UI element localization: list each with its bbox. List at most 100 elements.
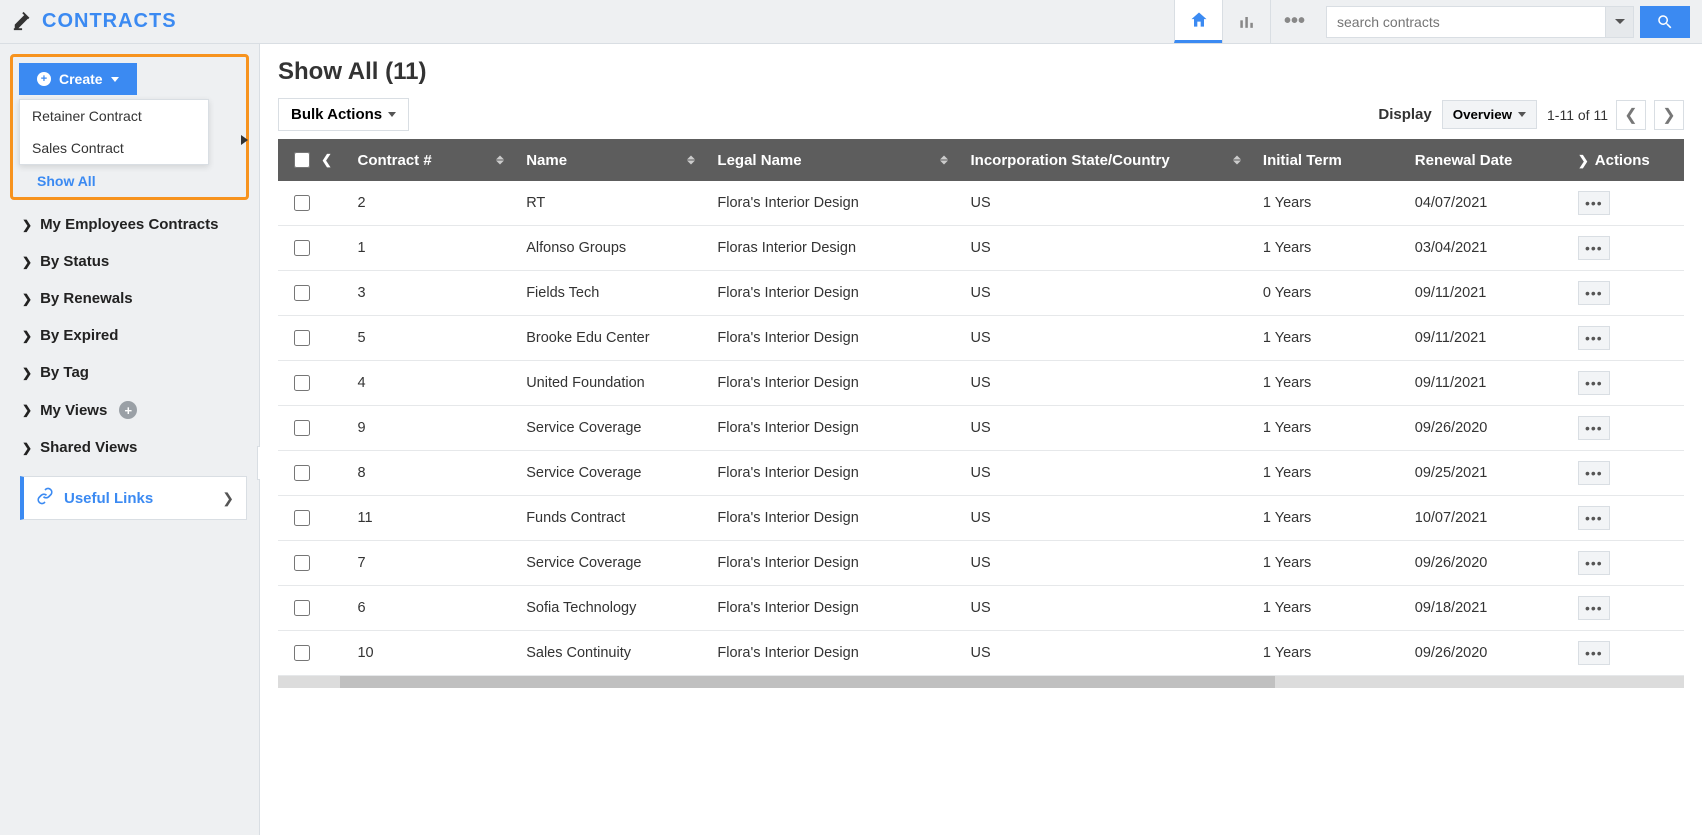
- sidebar-item-label: My Employees Contracts: [40, 216, 218, 233]
- pager-next-button[interactable]: ❯: [1654, 100, 1684, 130]
- cell-name: United Foundation: [514, 361, 705, 406]
- create-menu-retainer[interactable]: Retainer Contract: [20, 100, 208, 132]
- col-legal-name[interactable]: Legal Name: [705, 139, 958, 181]
- pager: 1-11 of 11 ❮ ❯: [1547, 100, 1684, 130]
- cell-initial-term: 0 Years: [1251, 271, 1403, 316]
- cell-legal-name: Floras Interior Design: [705, 226, 958, 271]
- cell-initial-term: 1 Years: [1251, 541, 1403, 586]
- row-checkbox[interactable]: [294, 555, 310, 571]
- select-all-checkbox[interactable]: [294, 152, 310, 168]
- display-overview-button[interactable]: Overview: [1442, 100, 1537, 129]
- table-row: 5Brooke Edu CenterFlora's Interior Desig…: [278, 316, 1684, 361]
- cell-legal-name: Flora's Interior Design: [705, 496, 958, 541]
- cell-legal-name: Flora's Interior Design: [705, 631, 958, 676]
- row-actions-button[interactable]: •••: [1578, 236, 1610, 260]
- cell-name: Fields Tech: [514, 271, 705, 316]
- sidebar-item-5[interactable]: ❯My Views+: [0, 391, 259, 429]
- cell-renewal-date: 04/07/2021: [1403, 181, 1566, 226]
- sidebar-item-label: By Expired: [40, 327, 118, 344]
- row-actions-button[interactable]: •••: [1578, 371, 1610, 395]
- row-checkbox[interactable]: [294, 600, 310, 616]
- cell-initial-term: 1 Years: [1251, 631, 1403, 676]
- cell-initial-term: 1 Years: [1251, 316, 1403, 361]
- sidebar-item-1[interactable]: ❯By Status: [0, 243, 259, 280]
- row-checkbox[interactable]: [294, 240, 310, 256]
- row-actions-button[interactable]: •••: [1578, 326, 1610, 350]
- scrollbar-thumb[interactable]: [340, 676, 1275, 688]
- cell-select: [278, 181, 345, 226]
- row-actions-button[interactable]: •••: [1578, 461, 1610, 485]
- cell-initial-term: 1 Years: [1251, 361, 1403, 406]
- create-button[interactable]: + Create: [19, 63, 137, 95]
- cell-actions: •••: [1566, 181, 1684, 226]
- bulk-actions-button[interactable]: Bulk Actions: [278, 98, 409, 131]
- row-checkbox[interactable]: [294, 420, 310, 436]
- row-checkbox[interactable]: [294, 195, 310, 211]
- cell-initial-term: 1 Years: [1251, 496, 1403, 541]
- cell-incorp: US: [958, 586, 1250, 631]
- cell-renewal-date: 09/11/2021: [1403, 271, 1566, 316]
- sidebar-item-3[interactable]: ❯By Expired: [0, 317, 259, 354]
- horizontal-scrollbar[interactable]: [278, 676, 1684, 688]
- row-checkbox[interactable]: [294, 645, 310, 661]
- create-label: Create: [59, 71, 103, 87]
- search-button[interactable]: [1640, 6, 1690, 38]
- cell-name: Sofia Technology: [514, 586, 705, 631]
- row-checkbox[interactable]: [294, 375, 310, 391]
- sidebar-item-0[interactable]: ❯My Employees Contracts: [0, 206, 259, 243]
- show-all-link[interactable]: Show All: [37, 173, 240, 189]
- col-actions[interactable]: ❯Actions: [1566, 139, 1684, 181]
- row-checkbox[interactable]: [294, 465, 310, 481]
- cell-incorp: US: [958, 361, 1250, 406]
- row-checkbox[interactable]: [294, 510, 310, 526]
- search-input[interactable]: [1326, 6, 1606, 38]
- chevron-right-icon: ❯: [222, 490, 234, 507]
- search-dropdown[interactable]: [1606, 6, 1634, 38]
- cell-select: [278, 451, 345, 496]
- row-actions-button[interactable]: •••: [1578, 551, 1610, 575]
- row-checkbox[interactable]: [294, 285, 310, 301]
- row-actions-button[interactable]: •••: [1578, 641, 1610, 665]
- sidebar-item-label: My Views: [40, 402, 107, 419]
- cell-actions: •••: [1566, 316, 1684, 361]
- sidebar-item-label: By Status: [40, 253, 109, 270]
- main-content: Show All (11) Bulk Actions Display Overv…: [260, 44, 1702, 835]
- table-row: 7Service CoverageFlora's Interior Design…: [278, 541, 1684, 586]
- cell-actions: •••: [1566, 361, 1684, 406]
- col-incorp[interactable]: Incorporation State/Country: [958, 139, 1250, 181]
- cell-incorp: US: [958, 541, 1250, 586]
- display-label: Display: [1378, 106, 1431, 123]
- cell-legal-name: Flora's Interior Design: [705, 316, 958, 361]
- cell-incorp: US: [958, 496, 1250, 541]
- useful-links[interactable]: Useful Links ❯: [20, 476, 247, 520]
- pager-prev-button[interactable]: ❮: [1616, 100, 1646, 130]
- cell-select: [278, 541, 345, 586]
- sidebar-item-4[interactable]: ❯By Tag: [0, 354, 259, 391]
- row-actions-button[interactable]: •••: [1578, 596, 1610, 620]
- cell-renewal-date: 03/04/2021: [1403, 226, 1566, 271]
- cell-select: [278, 631, 345, 676]
- sidebar-item-6[interactable]: ❯Shared Views: [0, 429, 259, 466]
- cell-contract-no: 1: [345, 226, 514, 271]
- submenu-caret-icon: [241, 135, 248, 145]
- add-view-icon[interactable]: +: [119, 401, 137, 419]
- cell-legal-name: Flora's Interior Design: [705, 406, 958, 451]
- cell-incorp: US: [958, 451, 1250, 496]
- home-icon[interactable]: [1174, 0, 1222, 43]
- sidebar-item-2[interactable]: ❯By Renewals: [0, 280, 259, 317]
- chevron-left-icon[interactable]: ❮: [321, 152, 332, 167]
- row-actions-button[interactable]: •••: [1578, 191, 1610, 215]
- row-actions-button[interactable]: •••: [1578, 281, 1610, 305]
- cell-renewal-date: 09/26/2020: [1403, 631, 1566, 676]
- more-icon[interactable]: •••: [1270, 0, 1318, 43]
- cell-renewal-date: 10/07/2021: [1403, 496, 1566, 541]
- col-name[interactable]: Name: [514, 139, 705, 181]
- row-actions-button[interactable]: •••: [1578, 416, 1610, 440]
- app-name: CONTRACTS: [42, 10, 177, 33]
- col-contract-no[interactable]: Contract #: [345, 139, 514, 181]
- row-checkbox[interactable]: [294, 330, 310, 346]
- bar-chart-icon[interactable]: [1222, 0, 1270, 43]
- create-menu-sales[interactable]: Sales Contract: [20, 132, 208, 164]
- cell-select: [278, 271, 345, 316]
- row-actions-button[interactable]: •••: [1578, 506, 1610, 530]
